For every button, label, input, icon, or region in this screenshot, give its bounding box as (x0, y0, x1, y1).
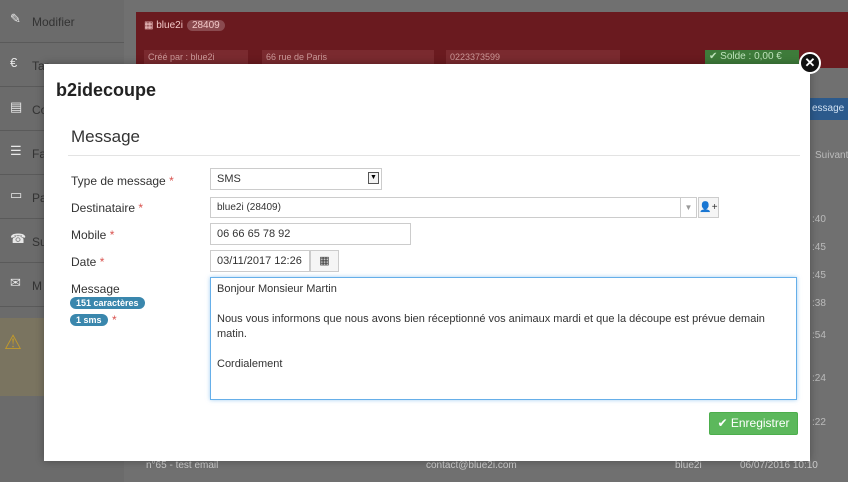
calendar-icon: ▦ (319, 255, 330, 267)
section-title: Message (71, 127, 140, 146)
message-blank-line (217, 342, 790, 357)
destinataire-select[interactable]: blue2i (28409) ▼ (210, 197, 697, 218)
sidebar-item-modifier[interactable]: ✎ Modifier (0, 0, 124, 43)
message-textarea[interactable]: Bonjour Monsieur Martin Nous vous inform… (210, 277, 797, 400)
message-type-value: SMS (217, 173, 241, 185)
row-time: :45 (812, 242, 826, 253)
created-by: Créé par : blue2i (144, 50, 248, 64)
client-badge: 28409 (186, 20, 225, 31)
list-icon: ☰ (10, 143, 22, 158)
message-line: Nous vous informons que nous avons bien … (217, 313, 765, 340)
client-phone: 0223373599 (446, 50, 620, 64)
next-link[interactable]: Suivant (815, 150, 848, 161)
row-time: :54 (812, 330, 826, 341)
check-icon: ✔ (717, 416, 728, 430)
sidebar-item-label: Modifier (32, 15, 75, 29)
mail-icon: ✉ (10, 275, 21, 290)
message-label: Message (71, 282, 120, 296)
chevron-down-icon: ▼ (368, 172, 379, 184)
document-icon: ▤ (10, 99, 23, 114)
message-line: Cordialement (217, 358, 283, 370)
add-user-button[interactable]: 👤+ (698, 197, 719, 218)
sidebar-item-label: M (32, 279, 42, 293)
mobile-label: Mobile * (71, 228, 115, 242)
modal-title: b2idecoupe (56, 80, 157, 100)
row-time: :38 (812, 298, 826, 309)
message-button[interactable]: essage (808, 98, 848, 120)
edit-icon: ✎ (10, 11, 21, 26)
section-divider (68, 155, 800, 156)
message-modal: b2idecoupe Message Type de message * SMS… (44, 64, 810, 461)
save-label: Enregistrer (730, 416, 790, 430)
row-time: :45 (812, 270, 826, 281)
type-label: Type de message * (71, 174, 174, 188)
calendar-button[interactable]: ▦ (310, 250, 339, 272)
warning-icon: ⚠ (4, 332, 22, 354)
destinataire-label: Destinataire * (71, 201, 144, 215)
sms-count-badge: 1 sms (70, 314, 108, 326)
message-type-select[interactable]: SMS ▼ (210, 168, 382, 190)
destinataire-value: blue2i (28409) (217, 202, 281, 213)
row-datetime: 06/07/2016 10:10 (740, 460, 818, 471)
close-icon: ✕ (804, 55, 816, 70)
row-time: :22 (812, 417, 826, 428)
close-button[interactable]: ✕ (799, 52, 821, 74)
row-user: blue2i (675, 460, 702, 471)
euro-icon: € (10, 55, 18, 70)
row-email: contact@blue2i.com (426, 460, 517, 471)
solde-badge: ✔ Solde : 0,00 € (705, 50, 799, 64)
client-name: ▦ blue2i 28409 (144, 20, 225, 31)
row-time: :40 (812, 214, 826, 225)
client-address: 66 rue de Paris (262, 50, 434, 64)
date-label: Date * (71, 255, 105, 269)
save-button[interactable]: ✔ Enregistrer (709, 412, 798, 435)
row-time: :24 (812, 373, 826, 384)
card-icon: ▭ (10, 187, 23, 202)
row-title: n°65 - test email (146, 460, 219, 471)
date-input[interactable]: 03/11/2017 12:26 (210, 250, 310, 272)
required-mark: * (112, 313, 117, 327)
message-line: Bonjour Monsieur Martin (217, 283, 337, 295)
phone-icon: ☎ (10, 231, 27, 246)
mobile-input[interactable]: 06 66 65 78 92 (210, 223, 411, 245)
chevron-down-icon: ▼ (680, 198, 696, 218)
add-user-icon: 👤+ (699, 202, 718, 213)
message-blank-line (217, 297, 790, 312)
char-count-badge: 151 caractères (70, 297, 145, 309)
